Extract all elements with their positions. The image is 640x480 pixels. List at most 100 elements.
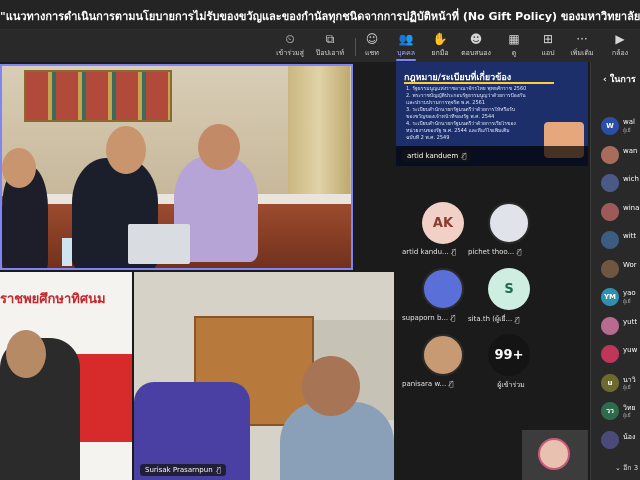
toolbar-chat-button[interactable]: ☺ แชท [356, 30, 388, 62]
clock-icon: ⏲ [285, 32, 295, 46]
panel-participant-item[interactable]: YM yao ผู้เยี่ [601, 288, 640, 308]
panel-participant-item[interactable]: yutt [601, 316, 640, 337]
participant-photo [422, 334, 464, 376]
toolbar-react-button[interactable]: ☻ ตอบสนอง [460, 30, 492, 62]
panel-participant-item[interactable]: Wwal ผู้เยี่ [601, 117, 640, 137]
slide-line: และปราบปรามการทุจริต พ.ศ. 2561 [406, 100, 486, 106]
slide-lines: 1. รัฐธรรมนูญแห่งราชอาณาจักรไทย พุทธศักร… [406, 86, 536, 142]
participant-tile[interactable]: Ssita.th (ผู้เยี่... 🎙̸ [468, 268, 548, 328]
person-bottom-left-head [6, 330, 46, 378]
panel-participant-item[interactable]: wan [601, 145, 640, 166]
panel-header-text: ในการ [609, 75, 636, 85]
panel-participant-avatar [601, 345, 619, 363]
panel-participant-name: wina [623, 203, 640, 212]
right-video-tile[interactable]: Surisak Prasarnpun 🎙̸ [134, 272, 394, 480]
toolbar-label: ยกมือ [431, 49, 449, 57]
participant-initials-avatar: AK [422, 202, 464, 244]
toolbar-label: กล้อง [611, 49, 629, 57]
meeting-title: "แนวทางการดำเนินการตามนโยบายการไม่รับของ… [0, 10, 640, 23]
toolbar-label: แชท [365, 49, 379, 57]
toolbar-label: บุคคล [396, 49, 416, 57]
panel-participant-avatar: u [601, 373, 619, 392]
participant-name: artid kandu... [402, 248, 449, 256]
toolbar-label: เข้าร่วมสู่ [276, 49, 304, 57]
self-view-tile[interactable] [522, 430, 588, 480]
toolbar-more-button[interactable]: ··· เพิ่มเติม [566, 30, 598, 62]
toolbar-view-button[interactable]: ▦ ดู [498, 30, 530, 62]
participant-name: supaporn b... [402, 314, 449, 322]
participant-name-row: ผู้เข้าร่วม [468, 380, 554, 391]
participant-photo [422, 268, 464, 310]
panel-participant-item[interactable]: witt [601, 231, 640, 251]
panel-participant-name: yutt [623, 317, 638, 326]
panel-participant-item[interactable]: wich [601, 174, 640, 194]
meeting-title-bar: "แนวทางการดำเนินการตามนโยบายการไม่รับของ… [0, 0, 640, 30]
chevron-left-icon[interactable]: ‹ [603, 75, 607, 85]
apps-icon: ⊞ [542, 32, 554, 46]
toolbar-people-button[interactable]: 👥 บุคคล [390, 30, 422, 62]
toolbar-label: ดู [511, 49, 517, 57]
panel-participant-item[interactable]: วว วิทย ผู้เยี่ [601, 402, 640, 422]
participant-name: panisara w... [402, 380, 447, 388]
panel-participant-item[interactable]: u นาวิ ผู้เยี่ [601, 373, 640, 394]
shared-slide-tile[interactable]: กฎหมาย/ระเบียบที่เกี่ยวข้อง 1. รัฐธรรมนู… [396, 62, 588, 166]
laptop [128, 224, 190, 264]
more-participants[interactable]: ⌄ อีก 3 [615, 463, 638, 474]
panel-participant-role: ผู้เยี่ [623, 128, 631, 134]
toolbar-label: ป๊อปเอาท์ [315, 49, 345, 57]
panel-header: ‹ ในการ [603, 72, 636, 86]
toolbar-clock-button[interactable]: ⏲ เข้าร่วมสู่ [274, 30, 306, 62]
panel-participant-name: yao [623, 289, 636, 297]
person-surisak-head [302, 356, 360, 416]
slide-line: 1. รัฐธรรมนูญแห่งราชอาณาจักรไทย พุทธศักร… [406, 86, 527, 92]
panel-participant-name: witt [623, 232, 637, 240]
panel-participant-name: wal [623, 118, 635, 126]
left-video-tile[interactable]: ราชพยศึกษาทิศนม [0, 272, 132, 480]
panel-participant-avatar: YM [601, 288, 619, 306]
slide-line: 3. ระเบียบสำนักนายกรัฐมนตรีว่าด้วยการให้… [406, 107, 515, 113]
panel-participant-avatar [601, 231, 619, 249]
participant-name: pichet thoo... [468, 248, 515, 256]
mic-off-icon: 🎙̸ [449, 380, 454, 388]
panel-participant-item[interactable]: Wor [601, 259, 640, 280]
water-bottle [62, 238, 72, 266]
participant-tile[interactable]: 99+ ผู้เข้าร่วม [468, 334, 548, 394]
panel-participant-avatar [601, 430, 619, 449]
mic-off-icon: 🎙̸ [462, 152, 467, 160]
participant-photo [488, 202, 530, 244]
meeting-toolbar: ⏲ เข้าร่วมสู่ ⧉ ป๊อปเอาท์ ☺ แชท 👥 บุคคล ✋ ยกมือ ☻ ต… [0, 30, 640, 62]
panel-participant-avatar [601, 145, 619, 164]
person-left-head [2, 148, 36, 188]
hand-icon: ✋ [432, 32, 448, 46]
participant-tile[interactable]: pichet thoo... 🎙̸ [468, 202, 548, 262]
toolbar-divider [355, 38, 356, 56]
participant-name-row: pichet thoo... 🎙̸ [468, 248, 554, 256]
mic-off-icon: 🎙̸ [451, 248, 456, 256]
toolbar-hand-button[interactable]: ✋ ยกมือ [424, 30, 456, 62]
toolbar-screen-button[interactable]: ⧉ ป๊อปเอาท์ [314, 30, 346, 62]
toolbar-camera-off-button[interactable]: ▶ กล้อง [604, 30, 636, 62]
panel-participant-name: wich [623, 175, 639, 183]
panel-participant-avatar [601, 174, 619, 192]
wall-art [24, 70, 172, 122]
participant-initials-avatar: 99+ [488, 334, 530, 376]
artid-name: artid kanduem [407, 152, 459, 160]
toolbar-apps-button[interactable]: ⊞ แอป [532, 30, 564, 62]
self-avatar [538, 438, 570, 470]
panel-participant-avatar: วว [601, 402, 619, 420]
toolbar-label: เพิ่มเติม [570, 49, 594, 57]
panel-participant-item[interactable]: wina [601, 202, 640, 223]
panel-participant-avatar: W [601, 117, 619, 135]
panel-participant-item[interactable]: น้อง [601, 430, 640, 451]
person-middle-head [106, 126, 146, 174]
main-video-tile[interactable] [0, 64, 353, 270]
more-participants-label: อีก 3 [623, 464, 639, 472]
slide-line: 4. ระเบียบสำนักนายกรัฐมนตรีว่าด้วยการเรี… [406, 121, 516, 127]
camera-off-icon: ▶ [615, 32, 625, 46]
slide-line: หน่วยงานของรัฐ พ.ศ. 2544 และที่แก้ไขเพิ่… [406, 128, 510, 134]
panel-participant-item[interactable]: yuw [601, 345, 640, 365]
chat-icon: ☺ [365, 32, 379, 46]
react-icon: ☻ [469, 32, 483, 46]
participants-panel: ‹ ในการ Wwal ผู้เยี่ wan wich wina witt Wor YM y… [590, 62, 640, 480]
panel-participant-avatar [601, 259, 619, 278]
